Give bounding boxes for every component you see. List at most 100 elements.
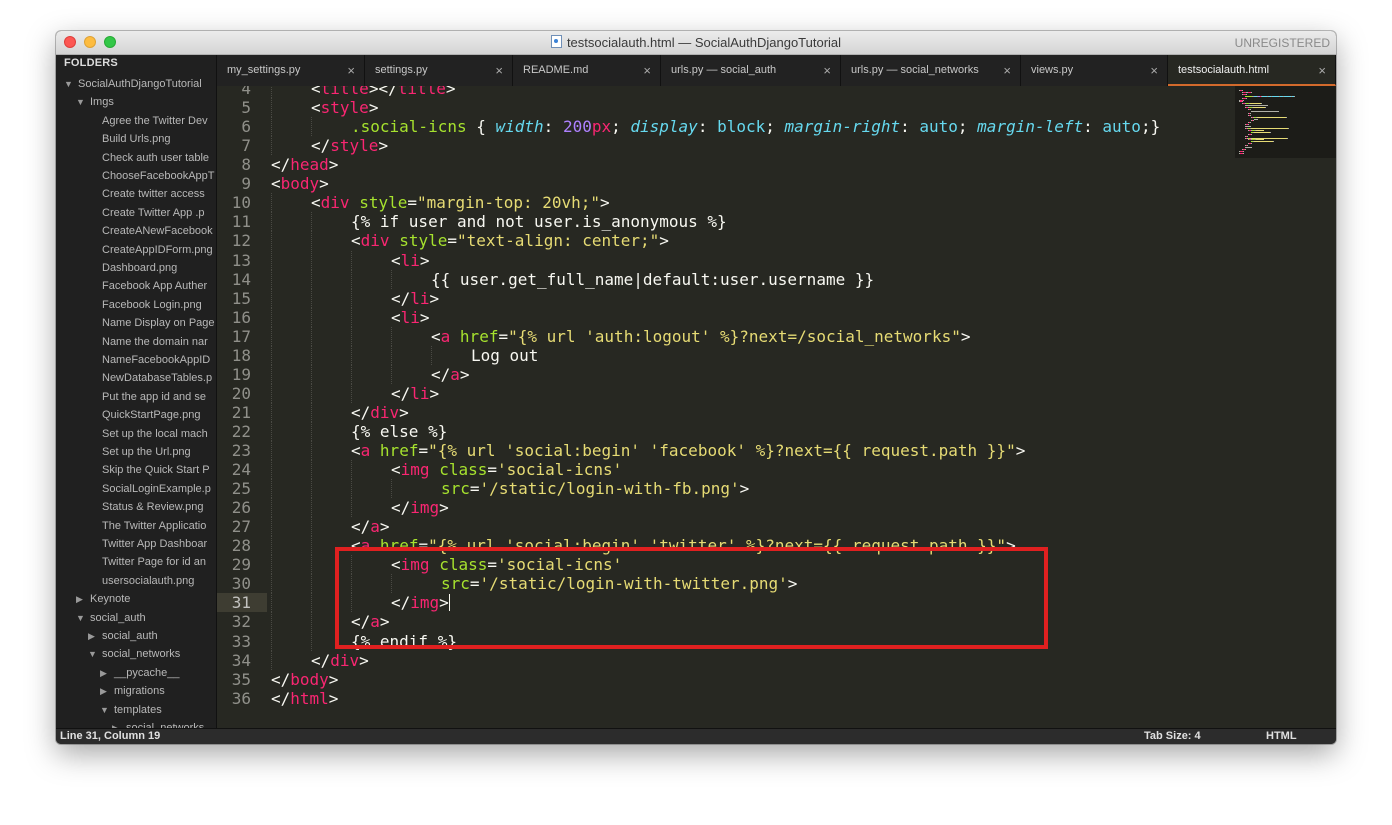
code-line[interactable]: </div> <box>311 651 369 670</box>
tab-3[interactable]: urls.py — social_auth × <box>661 55 841 86</box>
indent-guide <box>311 631 312 651</box>
indent-guide <box>311 479 312 499</box>
code-line[interactable]: </a> <box>351 517 390 536</box>
disclosure-closed-icon[interactable]: ▶ <box>100 664 110 682</box>
close-tab-icon[interactable]: × <box>495 63 503 78</box>
indent-guide <box>271 117 272 137</box>
disclosure-closed-icon[interactable]: ▶ <box>88 627 98 645</box>
tab-1[interactable]: settings.py × <box>365 55 513 86</box>
syntax-selector[interactable]: HTML <box>1266 730 1297 742</box>
minimap-mark <box>1250 109 1252 110</box>
code-line[interactable]: </style> <box>311 136 388 155</box>
code-token: </ <box>271 155 291 175</box>
minimap-mark <box>1251 133 1252 135</box>
code-line[interactable]: </div> <box>351 403 409 422</box>
code-line[interactable]: </head> <box>271 155 338 174</box>
code-line[interactable]: </html> <box>271 689 338 708</box>
sidebar-item-label: QuickStartPage.png <box>102 409 201 422</box>
code-line[interactable]: {% if user and not user.is_anonymous %} <box>351 212 727 231</box>
code-token: class <box>439 460 488 480</box>
disclosure-closed-icon[interactable]: ▶ <box>112 719 122 728</box>
disclosure-open-icon[interactable]: ▼ <box>88 645 98 663</box>
sidebar-item-label: usersocialauth.png <box>102 574 195 587</box>
indent-guide <box>271 593 272 613</box>
code-line[interactable]: <li> <box>391 308 430 327</box>
code-line[interactable]: </li> <box>391 289 439 308</box>
indent-guide <box>271 136 272 156</box>
line-number: 24 <box>231 460 251 480</box>
code-token: div <box>360 231 390 251</box>
code-line[interactable]: <a href="{% url 'auth:logout' %}?next=/s… <box>431 327 970 346</box>
code-token: < <box>391 307 401 327</box>
code-line[interactable]: src='/static/login-with-fb.png'> <box>441 479 749 498</box>
line-number: 31 <box>217 593 267 613</box>
close-tab-icon[interactable]: × <box>643 63 651 78</box>
code-line[interactable]: <a href="{% url 'social:begin' 'facebook… <box>351 441 1025 460</box>
code-line[interactable]: <div style="margin-top: 20vh;"> <box>311 193 610 212</box>
code-line[interactable]: <div style="text-align: center;"> <box>351 231 669 250</box>
disclosure-open-icon[interactable]: ▼ <box>64 75 74 93</box>
sidebar-item-label: social_auth <box>90 611 146 624</box>
code-line[interactable]: </a> <box>431 365 470 384</box>
sidebar-item-label: social_networks <box>126 722 205 728</box>
indent-guide <box>431 345 432 365</box>
indent-guide <box>271 193 272 213</box>
code-line[interactable]: <li> <box>391 251 430 270</box>
tab-2[interactable]: README.md × <box>513 55 661 86</box>
indent-guide <box>271 402 272 422</box>
code-token: img <box>410 498 440 518</box>
disclosure-open-icon[interactable]: ▼ <box>76 93 86 111</box>
line-number: 35 <box>231 669 251 689</box>
tab-size-selector[interactable]: Tab Size: 4 <box>1144 730 1201 742</box>
code-line[interactable]: <style> <box>311 98 378 117</box>
line-number: 19 <box>231 364 251 384</box>
indent-guide <box>311 269 312 289</box>
disclosure-open-icon[interactable]: ▼ <box>100 701 110 719</box>
tab-6[interactable]: testsocialauth.html × <box>1168 55 1336 86</box>
code-token: </ <box>351 402 371 422</box>
code-token: > <box>328 155 339 175</box>
sidebar-item-label: Set up the local mach <box>102 427 208 440</box>
code-token: > <box>600 193 610 213</box>
indent-guide <box>271 326 272 346</box>
indent-guide <box>311 498 312 518</box>
code-token: = <box>487 460 497 480</box>
close-tab-icon[interactable]: × <box>1318 63 1326 78</box>
tab-4[interactable]: urls.py — social_networks × <box>841 55 1021 86</box>
code-line[interactable]: </img> <box>391 498 449 517</box>
tab-5[interactable]: views.py × <box>1021 55 1168 86</box>
minimap-mark <box>1252 107 1266 109</box>
disclosure-closed-icon[interactable]: ▶ <box>76 590 86 608</box>
code-line[interactable]: {% else %} <box>351 422 447 441</box>
code-line[interactable]: </li> <box>391 384 439 403</box>
code-token: > <box>739 479 750 499</box>
close-tab-icon[interactable]: × <box>1150 63 1158 78</box>
code-token: img <box>400 460 430 480</box>
disclosure-closed-icon[interactable]: ▶ <box>100 682 110 700</box>
disclosure-open-icon[interactable]: ▼ <box>76 609 86 627</box>
code-line[interactable]: Log out <box>471 346 538 365</box>
minimap-mark <box>1285 116 1287 118</box>
minimap-mark <box>1287 137 1289 139</box>
code-line[interactable]: {{ user.get_full_name|default:user.usern… <box>431 270 874 289</box>
line-number: 10 <box>231 193 251 213</box>
code-line[interactable]: <body> <box>271 174 329 193</box>
close-tab-icon[interactable]: × <box>1003 63 1011 78</box>
indent-guide <box>271 441 272 461</box>
close-tab-icon[interactable]: × <box>347 63 355 78</box>
code-token: < <box>311 98 321 118</box>
tab-label: settings.py <box>375 64 428 76</box>
tab-0[interactable]: my_settings.py × <box>217 55 365 86</box>
indent-guide <box>311 593 312 613</box>
code-line[interactable]: </body> <box>271 670 338 689</box>
minimap-mark <box>1251 128 1288 129</box>
code-token: : <box>543 117 563 137</box>
minimap[interactable] <box>1235 86 1336 158</box>
code-line[interactable]: <title></title> <box>311 86 456 98</box>
code-line[interactable]: <img class='social-icns' <box>391 460 622 479</box>
code-line[interactable]: .social-icns { width: 200px; display: bl… <box>351 117 1160 136</box>
code-token: > <box>419 250 430 270</box>
close-tab-icon[interactable]: × <box>823 63 831 78</box>
